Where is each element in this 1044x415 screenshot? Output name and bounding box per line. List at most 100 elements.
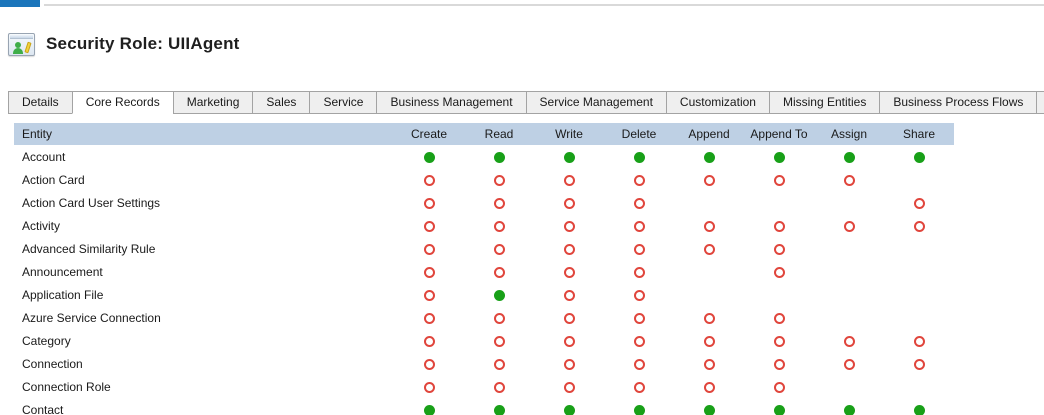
permission-granted-icon[interactable]: [634, 152, 645, 163]
permission-granted-icon[interactable]: [704, 405, 715, 415]
tab-missing-entities[interactable]: Missing Entities: [769, 91, 880, 114]
permission-cell-write: [534, 380, 604, 394]
permission-none-icon[interactable]: [634, 175, 645, 186]
entity-name: Action Card: [14, 173, 394, 187]
permission-none-icon[interactable]: [914, 336, 925, 347]
permission-none-icon[interactable]: [564, 313, 575, 324]
permission-granted-icon[interactable]: [844, 405, 855, 415]
permission-none-icon[interactable]: [634, 336, 645, 347]
permission-none-icon[interactable]: [494, 221, 505, 232]
permission-none-icon[interactable]: [774, 313, 785, 324]
permission-none-icon[interactable]: [494, 198, 505, 209]
permission-none-icon[interactable]: [564, 221, 575, 232]
tab-service-management[interactable]: Service Management: [526, 91, 667, 114]
permission-none-icon[interactable]: [494, 244, 505, 255]
permission-none-icon[interactable]: [774, 244, 785, 255]
permission-none-icon[interactable]: [704, 244, 715, 255]
permission-none-icon[interactable]: [844, 359, 855, 370]
permission-none-icon[interactable]: [704, 336, 715, 347]
permission-none-icon[interactable]: [704, 359, 715, 370]
permission-cell-delete: [604, 380, 674, 394]
permission-none-icon[interactable]: [424, 313, 435, 324]
tab-marketing[interactable]: Marketing: [173, 91, 254, 114]
permission-granted-icon[interactable]: [494, 290, 505, 301]
permission-granted-icon[interactable]: [774, 405, 785, 415]
permission-granted-icon[interactable]: [564, 152, 575, 163]
permission-none-icon[interactable]: [774, 175, 785, 186]
tab-customization[interactable]: Customization: [666, 91, 770, 114]
permission-none-icon[interactable]: [424, 359, 435, 370]
permission-none-icon[interactable]: [424, 198, 435, 209]
permission-none-icon[interactable]: [494, 336, 505, 347]
tab-business-management[interactable]: Business Management: [376, 91, 526, 114]
permission-cell-read: [464, 173, 534, 187]
permission-granted-icon[interactable]: [424, 405, 435, 415]
permission-none-icon[interactable]: [634, 198, 645, 209]
permission-none-icon[interactable]: [844, 175, 855, 186]
permission-granted-icon[interactable]: [494, 405, 505, 415]
permission-none-icon[interactable]: [774, 359, 785, 370]
permission-none-icon[interactable]: [564, 267, 575, 278]
permission-none-icon[interactable]: [494, 359, 505, 370]
permission-cell-write: [534, 311, 604, 325]
permission-cell-create: [394, 311, 464, 325]
permission-granted-icon[interactable]: [914, 405, 925, 415]
permission-granted-icon[interactable]: [844, 152, 855, 163]
permission-granted-icon[interactable]: [704, 152, 715, 163]
tab-core-records[interactable]: Core Records: [72, 91, 174, 114]
permission-none-icon[interactable]: [634, 290, 645, 301]
permission-granted-icon[interactable]: [634, 405, 645, 415]
permission-none-icon[interactable]: [564, 290, 575, 301]
permission-none-icon[interactable]: [424, 244, 435, 255]
permission-none-icon[interactable]: [774, 221, 785, 232]
entity-name: Account: [14, 150, 394, 164]
tab-business-process-flows[interactable]: Business Process Flows: [879, 91, 1037, 114]
permission-none-icon[interactable]: [564, 175, 575, 186]
permission-granted-icon[interactable]: [424, 152, 435, 163]
permission-none-icon[interactable]: [634, 313, 645, 324]
permission-none-icon[interactable]: [914, 359, 925, 370]
permission-none-icon[interactable]: [704, 313, 715, 324]
permission-none-icon[interactable]: [424, 221, 435, 232]
permission-none-icon[interactable]: [424, 175, 435, 186]
permission-none-icon[interactable]: [774, 382, 785, 393]
permission-none-icon[interactable]: [774, 336, 785, 347]
permission-granted-icon[interactable]: [494, 152, 505, 163]
permission-none-icon[interactable]: [494, 267, 505, 278]
tab-custom-entities[interactable]: Custom Entities: [1036, 91, 1044, 114]
permission-none-icon[interactable]: [704, 382, 715, 393]
permission-granted-icon[interactable]: [774, 152, 785, 163]
permission-none-icon[interactable]: [564, 336, 575, 347]
table-row-category: Category: [14, 329, 954, 352]
permission-none-icon[interactable]: [564, 244, 575, 255]
permission-none-icon[interactable]: [424, 382, 435, 393]
permission-none-icon[interactable]: [424, 336, 435, 347]
permission-none-icon[interactable]: [844, 336, 855, 347]
tab-sales[interactable]: Sales: [252, 91, 310, 114]
permission-cell-append: [674, 380, 744, 394]
permission-none-icon[interactable]: [704, 221, 715, 232]
permission-none-icon[interactable]: [494, 382, 505, 393]
permission-none-icon[interactable]: [634, 359, 645, 370]
permission-none-icon[interactable]: [494, 313, 505, 324]
tab-service[interactable]: Service: [309, 91, 377, 114]
permission-none-icon[interactable]: [634, 221, 645, 232]
permission-none-icon[interactable]: [634, 382, 645, 393]
permission-none-icon[interactable]: [844, 221, 855, 232]
permission-none-icon[interactable]: [704, 175, 715, 186]
permission-granted-icon[interactable]: [564, 405, 575, 415]
permission-granted-icon[interactable]: [914, 152, 925, 163]
permission-none-icon[interactable]: [634, 244, 645, 255]
permission-none-icon[interactable]: [424, 290, 435, 301]
permission-none-icon[interactable]: [914, 198, 925, 209]
permission-none-icon[interactable]: [564, 382, 575, 393]
permission-none-icon[interactable]: [774, 267, 785, 278]
permission-none-icon[interactable]: [564, 198, 575, 209]
permission-none-icon[interactable]: [914, 221, 925, 232]
table-header-row: Entity CreateReadWriteDeleteAppendAppend…: [14, 123, 954, 145]
permission-none-icon[interactable]: [494, 175, 505, 186]
permission-none-icon[interactable]: [564, 359, 575, 370]
permission-none-icon[interactable]: [634, 267, 645, 278]
tab-details[interactable]: Details: [8, 91, 73, 114]
permission-none-icon[interactable]: [424, 267, 435, 278]
